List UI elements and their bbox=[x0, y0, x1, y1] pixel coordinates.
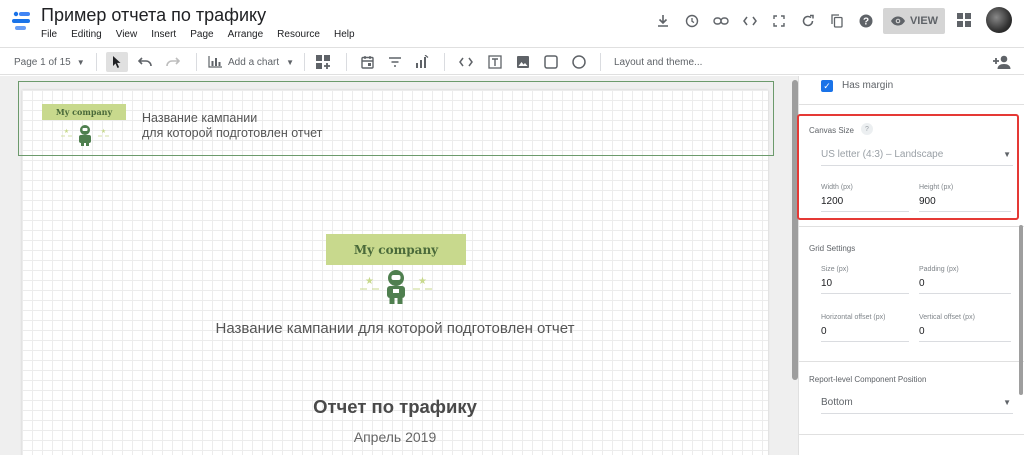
data-studio-logo-icon[interactable] bbox=[10, 10, 32, 32]
grid-settings-title: Grid Settings bbox=[809, 244, 856, 253]
bar-chart-icon bbox=[208, 56, 222, 68]
view-mode-button[interactable]: VIEW bbox=[883, 8, 945, 34]
filter-control-button[interactable] bbox=[386, 52, 404, 72]
menu-editing[interactable]: Editing bbox=[71, 29, 102, 40]
add-control-button[interactable] bbox=[314, 52, 332, 72]
panel-scrollbar[interactable] bbox=[1019, 225, 1023, 395]
undo-icon bbox=[138, 57, 152, 67]
main-logo-text: My company bbox=[353, 242, 439, 257]
undo-button[interactable] bbox=[136, 52, 154, 72]
astronaut-icon: ★ ★ bbox=[360, 270, 432, 304]
text-tool-button[interactable] bbox=[486, 52, 504, 72]
help-icon[interactable]: ? bbox=[851, 9, 880, 33]
page-indicator: Page 1 of 15 bbox=[14, 56, 71, 68]
menu-bar: File Editing View Insert Page Arrange Re… bbox=[41, 29, 369, 40]
campaign-subtitle[interactable]: Название кампании для которой подготовле… bbox=[22, 320, 768, 337]
svg-text:★: ★ bbox=[101, 128, 106, 135]
header-icon-row: ? bbox=[648, 9, 880, 33]
embed-code-icon[interactable] bbox=[735, 9, 764, 33]
menu-file[interactable]: File bbox=[41, 29, 57, 40]
has-margin-label: Has margin bbox=[842, 80, 894, 91]
circle-icon bbox=[572, 55, 586, 69]
chevron-down-icon: ▼ bbox=[76, 57, 85, 67]
report-header-region[interactable] bbox=[18, 81, 774, 156]
grid-size-input[interactable]: 10 bbox=[821, 274, 909, 294]
header-campaign-line1: Название кампании bbox=[142, 111, 258, 125]
chevron-down-icon: ▼ bbox=[286, 57, 295, 67]
community-viz-icon bbox=[316, 55, 330, 69]
fullscreen-icon[interactable] bbox=[764, 9, 793, 33]
data-control-icon bbox=[416, 55, 429, 68]
menu-page[interactable]: Page bbox=[190, 29, 213, 40]
vertical-offset-label: Vertical offset (px) bbox=[919, 314, 975, 321]
main-company-logo[interactable]: My company bbox=[326, 234, 466, 265]
refresh-icon[interactable] bbox=[793, 9, 822, 33]
filter-icon bbox=[389, 57, 401, 67]
image-icon bbox=[517, 56, 529, 68]
header-company-logo[interactable]: My company bbox=[42, 104, 126, 120]
layout-theme-label: Layout and theme... bbox=[614, 56, 703, 68]
calendar-icon bbox=[360, 56, 374, 69]
header-campaign-text[interactable]: Название кампании для которой подготовле… bbox=[142, 111, 322, 141]
report-heading[interactable]: Отчет по трафику bbox=[22, 396, 768, 418]
select-tool[interactable] bbox=[106, 52, 128, 72]
svg-text:?: ? bbox=[862, 17, 868, 28]
add-person-icon[interactable] bbox=[992, 52, 1012, 72]
chevron-down-icon: ▼ bbox=[1003, 398, 1011, 407]
url-embed-button[interactable] bbox=[456, 52, 476, 72]
view-mode-label: VIEW bbox=[909, 15, 939, 27]
component-position-value: Bottom bbox=[821, 397, 853, 408]
grid-size-label: Size (px) bbox=[821, 266, 849, 273]
vertical-offset-input[interactable]: 0 bbox=[919, 322, 1011, 342]
report-canvas: My company ★ ★ Название кампании для кот… bbox=[0, 76, 792, 455]
editor-toolbar: Page 1 of 15 ▼ Add a chart ▼ Layout and … bbox=[0, 47, 1024, 75]
svg-text:★: ★ bbox=[64, 128, 69, 135]
canvas-size-highlight bbox=[797, 114, 1019, 220]
download-icon[interactable] bbox=[648, 9, 677, 33]
report-date[interactable]: Апрель 2019 bbox=[22, 429, 768, 445]
rectangle-icon bbox=[544, 55, 558, 69]
cursor-arrow-icon bbox=[113, 56, 121, 68]
component-position-title: Report-level Component Position bbox=[809, 375, 927, 384]
user-avatar[interactable] bbox=[986, 7, 1012, 33]
grid-padding-label: Padding (px) bbox=[919, 266, 959, 273]
menu-arrange[interactable]: Arrange bbox=[228, 29, 264, 40]
horizontal-offset-label: Horizontal offset (px) bbox=[821, 314, 886, 321]
add-chart-label: Add a chart bbox=[228, 56, 280, 68]
apps-grid-icon[interactable] bbox=[957, 13, 971, 27]
redo-button[interactable] bbox=[164, 52, 182, 72]
image-tool-button[interactable] bbox=[514, 52, 532, 72]
header-campaign-line2: для которой подготовлен отчет bbox=[142, 126, 323, 140]
svg-text:★: ★ bbox=[365, 276, 374, 287]
grid-padding-input[interactable]: 0 bbox=[919, 274, 1011, 294]
copy-icon[interactable] bbox=[822, 9, 851, 33]
rectangle-tool-button[interactable] bbox=[542, 52, 560, 72]
app-header: Пример отчета по трафику File Editing Vi… bbox=[0, 0, 1024, 46]
component-position-select[interactable]: Bottom ▼ bbox=[821, 392, 1013, 414]
menu-help[interactable]: Help bbox=[334, 29, 355, 40]
text-box-icon bbox=[488, 55, 502, 69]
astronaut-icon: ★ ★ bbox=[61, 125, 109, 146]
report-title-input[interactable]: Пример отчета по трафику bbox=[41, 5, 266, 26]
header-logo-text: My company bbox=[55, 107, 113, 117]
page-selector[interactable]: Page 1 of 15 ▼ bbox=[14, 52, 85, 72]
redo-icon bbox=[166, 57, 180, 67]
menu-resource[interactable]: Resource bbox=[277, 29, 320, 40]
history-icon[interactable] bbox=[677, 9, 706, 33]
menu-view[interactable]: View bbox=[116, 29, 138, 40]
menu-insert[interactable]: Insert bbox=[151, 29, 176, 40]
horizontal-offset-input[interactable]: 0 bbox=[821, 322, 909, 342]
date-range-control-button[interactable] bbox=[358, 52, 376, 72]
embed-code-icon bbox=[459, 57, 473, 67]
add-chart-button[interactable]: Add a chart ▼ bbox=[208, 52, 294, 72]
data-control-button[interactable] bbox=[413, 52, 431, 72]
layout-theme-button[interactable]: Layout and theme... bbox=[614, 52, 702, 72]
eye-icon bbox=[890, 16, 905, 26]
circle-tool-button[interactable] bbox=[570, 52, 588, 72]
has-margin-checkbox[interactable]: ✓ bbox=[821, 80, 833, 92]
link-icon[interactable] bbox=[706, 9, 735, 33]
svg-text:★: ★ bbox=[418, 276, 427, 287]
